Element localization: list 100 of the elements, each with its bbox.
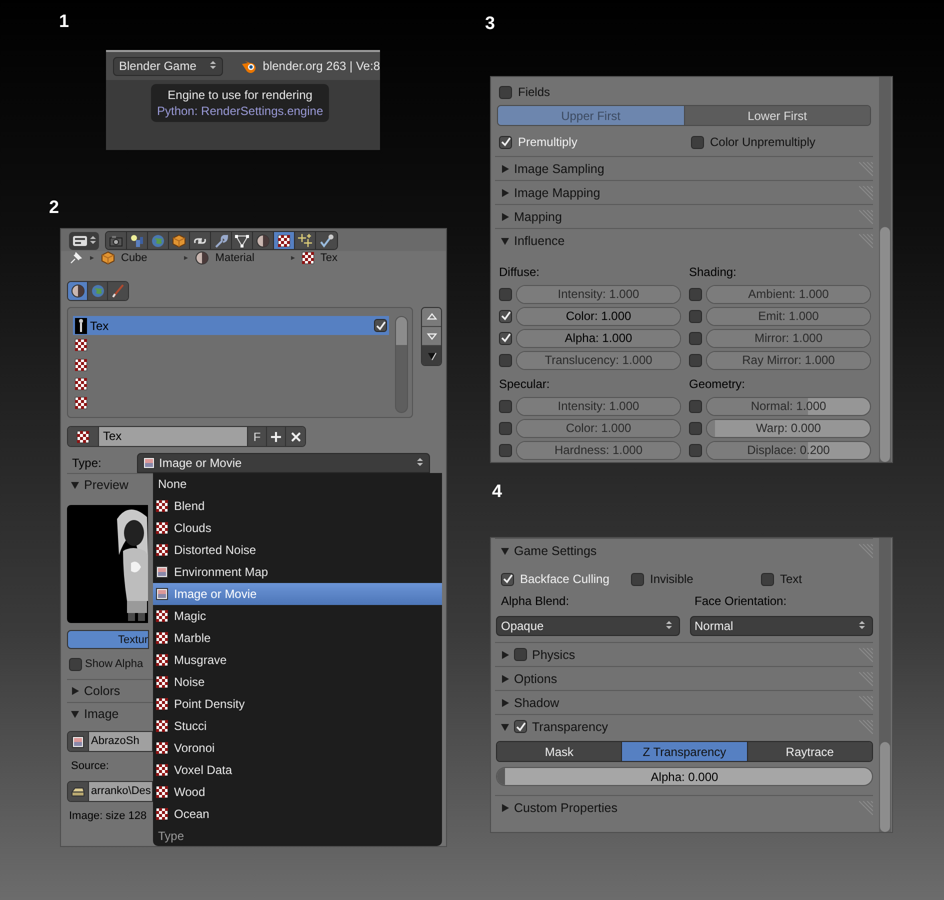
section-title[interactable]: Colors — [84, 684, 120, 698]
menu-item[interactable]: Magic — [153, 605, 442, 627]
section-title[interactable]: Game Settings — [514, 544, 854, 558]
checkbox[interactable] — [691, 136, 704, 148]
menu-item[interactable]: None — [153, 473, 442, 495]
unlink-button[interactable] — [286, 427, 305, 446]
checkbox[interactable] — [689, 400, 702, 412]
checkbox[interactable] — [499, 400, 512, 412]
menu-item[interactable]: Blend — [153, 495, 442, 517]
scrollbar[interactable] — [879, 77, 891, 462]
menu-item[interactable]: Noise — [153, 671, 442, 693]
section-title[interactable]: Image Sampling — [514, 162, 854, 176]
context-tab[interactable] — [106, 232, 127, 249]
slider[interactable]: Mirror: 1.000 — [706, 328, 871, 348]
new-button[interactable] — [267, 427, 286, 446]
transparency-mode-option[interactable]: Raytrace — [748, 742, 872, 761]
checkbox[interactable] — [631, 572, 644, 586]
checkbox[interactable] — [499, 136, 512, 148]
scrollbar[interactable] — [879, 538, 891, 832]
menu-item[interactable]: Stucci — [153, 715, 442, 737]
fake-user-button[interactable]: F — [248, 427, 267, 446]
menu-item[interactable]: Musgrave — [153, 649, 442, 671]
type-dropdown[interactable]: Image or Movie — [137, 453, 430, 473]
slider[interactable]: Color: 1.000 — [516, 306, 681, 326]
scrollbar[interactable] — [395, 316, 408, 413]
slider[interactable]: Intensity: 1.000 — [516, 284, 681, 304]
transparency-mode-option[interactable]: Mask — [497, 742, 622, 761]
slider[interactable]: Color: 1.000 — [516, 418, 681, 438]
checkbox[interactable] — [689, 354, 702, 366]
slider[interactable]: Translucency: 1.000 — [516, 350, 681, 370]
move-up-button[interactable] — [422, 308, 441, 327]
slider[interactable]: Alpha: 0.000 — [496, 767, 873, 786]
menu-item[interactable]: Point Density — [153, 693, 442, 715]
section-title[interactable]: Image — [84, 707, 119, 721]
menu-item[interactable]: Voxel Data — [153, 759, 442, 781]
slider[interactable]: Ambient: 1.000 — [706, 284, 871, 304]
dropdown[interactable]: Normal — [690, 616, 873, 636]
context-tab[interactable] — [211, 232, 232, 249]
engine-dropdown[interactable]: Blender Game — [113, 56, 223, 76]
menu-item[interactable]: Clouds — [153, 517, 442, 539]
context-tab[interactable] — [274, 232, 295, 249]
preview-mode-button[interactable]: Textur — [67, 630, 149, 649]
checkbox[interactable] — [689, 332, 702, 344]
checkbox[interactable] — [514, 648, 527, 661]
checkbox[interactable] — [69, 658, 82, 670]
checkbox[interactable] — [761, 572, 774, 586]
menu-item[interactable]: Distorted Noise — [153, 539, 442, 561]
browse-button[interactable] — [68, 427, 99, 446]
menu-item[interactable]: Image or Movie — [153, 583, 442, 605]
section-title[interactable]: Image Mapping — [514, 186, 854, 200]
slider[interactable]: Emit: 1.000 — [706, 306, 871, 326]
slider[interactable]: Hardness: 1.000 — [516, 440, 681, 460]
context-tab[interactable] — [232, 232, 253, 249]
transparency-mode-option[interactable]: Z Transparency — [622, 742, 748, 761]
checkbox[interactable] — [501, 572, 514, 586]
specials-button[interactable] — [422, 346, 441, 365]
editor-type-button[interactable] — [69, 232, 99, 250]
checkbox[interactable] — [499, 444, 512, 456]
checkbox[interactable] — [499, 310, 512, 322]
move-down-button[interactable] — [422, 327, 441, 346]
texture-slot[interactable]: Tex — [73, 316, 389, 336]
section-title[interactable]: Physics — [532, 648, 854, 662]
slider[interactable]: Normal: 1.000 — [706, 396, 871, 416]
checkbox[interactable] — [499, 288, 512, 300]
section-title[interactable]: Influence — [514, 234, 854, 248]
menu-item[interactable]: Marble — [153, 627, 442, 649]
context-tab[interactable] — [127, 232, 148, 249]
checkbox[interactable] — [689, 310, 702, 322]
checkbox[interactable] — [514, 720, 527, 733]
texture-context-button[interactable] — [68, 282, 88, 300]
menu-item[interactable]: Wood — [153, 781, 442, 803]
checkbox[interactable] — [689, 444, 702, 456]
slider[interactable]: Displace: 0.200 — [706, 440, 871, 460]
section-title[interactable]: Custom Properties — [514, 800, 854, 814]
context-tab[interactable] — [190, 232, 211, 249]
texture-context-button[interactable] — [88, 282, 108, 300]
slider[interactable]: Intensity: 1.000 — [516, 396, 681, 416]
checkbox[interactable] — [499, 86, 512, 98]
checkbox[interactable] — [499, 354, 512, 366]
section-title[interactable]: Transparency — [532, 720, 854, 734]
section-title[interactable]: Options — [514, 672, 854, 686]
name-field[interactable]: Tex — [99, 427, 248, 446]
section-title[interactable]: Shadow — [514, 696, 854, 710]
slider[interactable]: Alpha: 1.000 — [516, 328, 681, 348]
checkbox[interactable] — [689, 422, 702, 434]
checkbox[interactable] — [499, 422, 512, 434]
menu-item[interactable]: Voronoi — [153, 737, 442, 759]
context-tab[interactable] — [169, 232, 190, 249]
checkbox[interactable] — [374, 319, 387, 332]
section-title[interactable]: Mapping — [514, 210, 854, 224]
checkbox[interactable] — [689, 288, 702, 300]
context-tab[interactable] — [253, 232, 274, 249]
context-tab[interactable] — [295, 232, 316, 249]
dropdown[interactable]: Opaque — [496, 616, 680, 636]
slider[interactable]: Ray Mirror: 1.000 — [706, 350, 871, 370]
section-title[interactable]: Preview — [84, 478, 128, 492]
menu-item[interactable]: Ocean — [153, 803, 442, 825]
slider[interactable]: Warp: 0.000 — [706, 418, 871, 438]
menu-item[interactable]: Environment Map — [153, 561, 442, 583]
checkbox[interactable] — [499, 332, 512, 344]
